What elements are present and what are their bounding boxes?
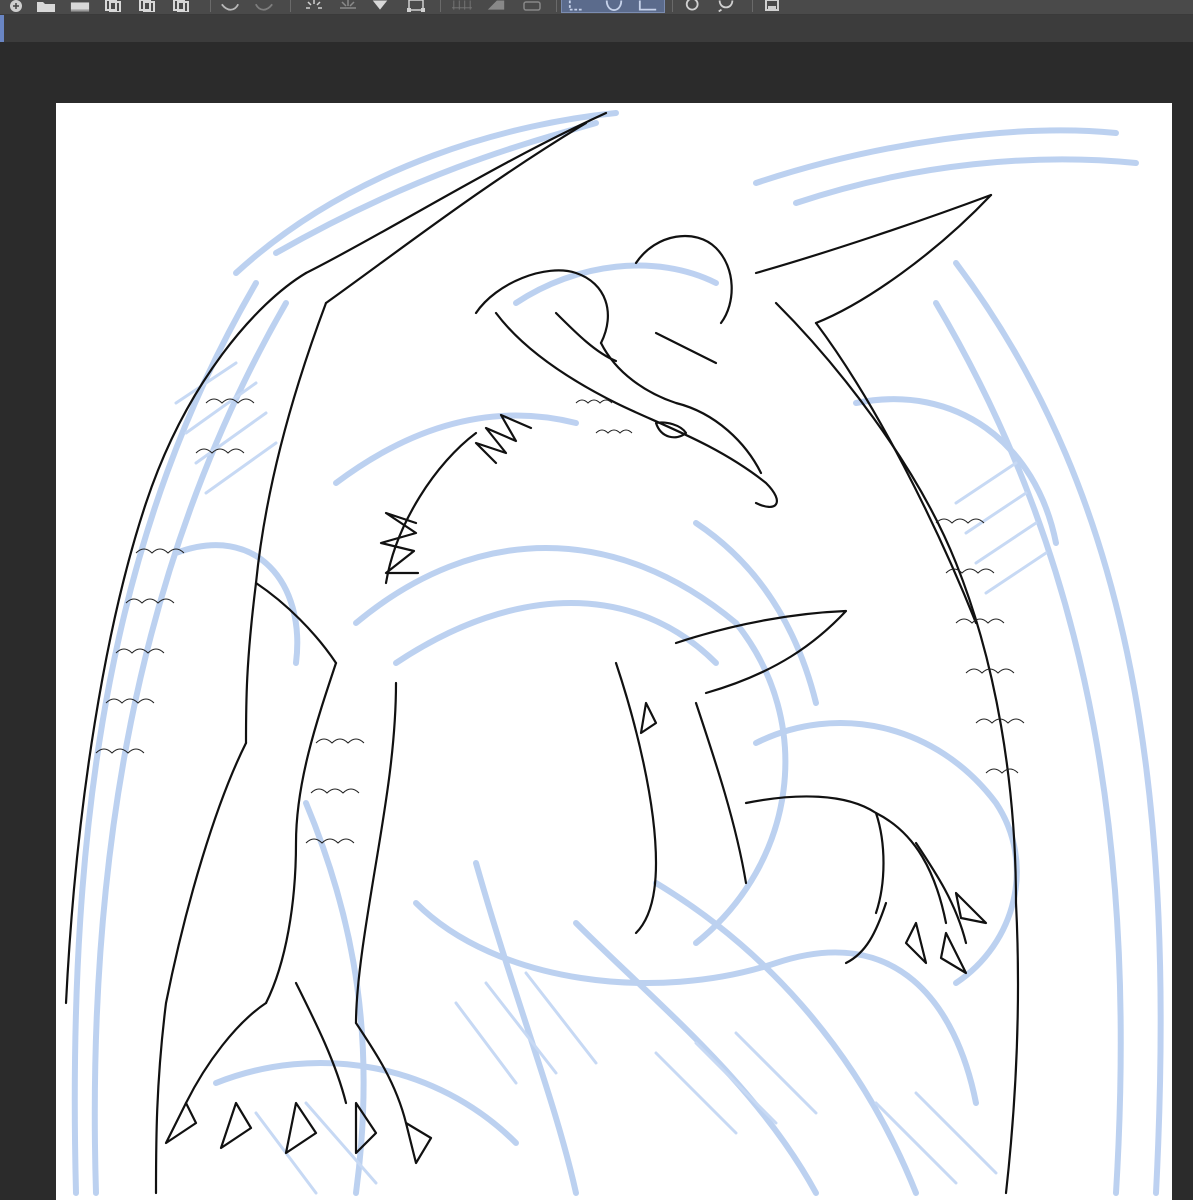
toolbar-separator — [752, 0, 753, 12]
brightness-icon[interactable] — [304, 0, 324, 12]
toolbar-separator — [210, 0, 211, 12]
ruler-icon[interactable] — [522, 0, 542, 12]
toolbar-separator — [290, 0, 291, 12]
redo-stack-icon[interactable] — [138, 0, 158, 12]
layer-copy-icon[interactable] — [172, 0, 192, 12]
transform-icon[interactable] — [406, 0, 426, 12]
redo-icon[interactable] — [254, 0, 274, 12]
grid-icon[interactable] — [452, 0, 472, 12]
select-lasso-icon[interactable] — [638, 0, 658, 12]
undo-stack-icon[interactable] — [104, 0, 124, 12]
panel-edge-accent — [0, 15, 4, 42]
toolbar-separator — [672, 0, 673, 12]
dragon-sketch-artwork — [64, 110, 1164, 1196]
chat-icon[interactable] — [716, 0, 736, 12]
camera-icon[interactable] — [684, 0, 704, 12]
vertical-scroll-area[interactable] — [1172, 103, 1193, 1200]
toolbar-separator — [440, 0, 441, 12]
top-toolbar — [0, 0, 1193, 15]
eraser-icon[interactable] — [486, 0, 506, 12]
fill-icon[interactable] — [370, 0, 390, 12]
sketch-layer — [71, 110, 1164, 1196]
toolbar-separator — [556, 0, 557, 12]
drawing-canvas[interactable] — [56, 103, 1172, 1200]
device-icon[interactable] — [762, 0, 782, 12]
ink-layer — [64, 111, 1020, 1195]
select-ellipse-icon[interactable] — [604, 0, 624, 12]
new-file-icon[interactable] — [6, 0, 26, 12]
open-folder-icon[interactable] — [36, 0, 56, 12]
scale-texture — [95, 398, 1025, 844]
select-rect-icon[interactable] — [568, 0, 588, 12]
command-bar — [0, 15, 1193, 42]
save-icon[interactable] — [70, 0, 90, 12]
sparkle-icon[interactable] — [338, 0, 358, 12]
undo-icon[interactable] — [220, 0, 240, 12]
